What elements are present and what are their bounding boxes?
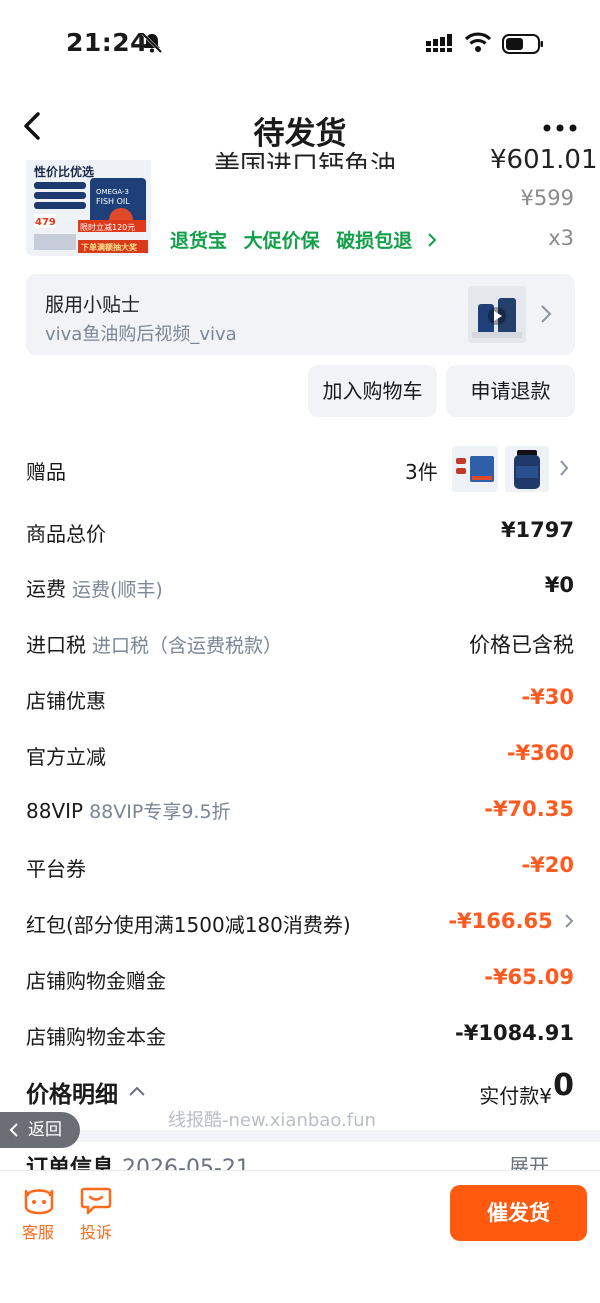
order-info-label: 订单信息 — [26, 1156, 115, 1170]
price-row-value: -¥70.35 — [484, 797, 574, 821]
price-row-shop-principal: 店铺购物金本金 -¥1084.91 — [26, 1015, 574, 1055]
price-row-value: -¥360 — [506, 741, 574, 765]
price-row-value: ¥0 — [544, 573, 574, 597]
chevron-up-icon[interactable] — [128, 1085, 146, 1097]
complaint-icon[interactable] — [80, 1185, 112, 1217]
tax-sub: 进口税（含运费税款） — [92, 635, 283, 657]
chevron-right-icon — [541, 305, 552, 323]
urge-shipment-button[interactable]: 催发货 — [450, 1185, 587, 1241]
price-row-value: 价格已含税 — [469, 633, 574, 657]
product-image-art: 性价比优选 OMEGA-3 FISH OIL 479 限时立减120元 下单满额… — [26, 160, 151, 256]
price-row-label: 官方立减 — [26, 745, 106, 769]
product-name[interactable]: 美国进口钙鱼油 — [214, 145, 396, 169]
order-detail-page: 21:24 待发货 性价比优选 OMEGA-3 FISH OIL 479 限时立… — [0, 0, 600, 1303]
gift-label: 赠品 — [26, 460, 66, 484]
status-time: 21:24 — [66, 28, 149, 57]
price-row-shop-discount: 店铺优惠 -¥30 — [26, 679, 574, 719]
tips-title: 服用小贴士 — [45, 294, 141, 316]
order-info-header: 订单信息 2026-05-21 — [26, 1150, 250, 1170]
price-detail-toggle[interactable]: 价格明细 — [26, 1075, 118, 1109]
product-price: ¥599 — [520, 186, 574, 210]
price-row-label: 平台券 — [26, 857, 86, 881]
price-row-label: 商品总价 — [26, 522, 106, 546]
chevron-right-icon — [560, 460, 569, 476]
status-bar: 21:24 — [0, 0, 600, 90]
gift-image-icon — [505, 446, 549, 492]
tax-label: 进口税 — [26, 633, 86, 657]
price-row-label: 店铺优惠 — [26, 689, 106, 713]
video-thumbnail[interactable] — [468, 286, 526, 343]
price-row-value: -¥65.09 — [484, 965, 574, 989]
price-row-label: 88VIP 88VIP专享9.5折 — [26, 797, 231, 824]
customer-service-label[interactable]: 客服 — [22, 1219, 54, 1243]
battery-icon — [502, 34, 543, 54]
svg-text:479: 479 — [35, 217, 56, 228]
price-row-value: ¥1797 — [500, 518, 574, 542]
paid-amount-label: 实付款¥ — [479, 1084, 552, 1108]
product-price-original: ¥601.01 — [490, 145, 598, 169]
request-refund-button[interactable]: 申请退款 — [446, 365, 575, 417]
price-row-label: 店铺购物金赠金 — [26, 969, 166, 993]
tips-subtitle: viva鱼油购后视频_viva — [45, 324, 237, 345]
order-info-expand[interactable]: 展开 — [509, 1150, 549, 1170]
price-row-88vip: 88VIP 88VIP专享9.5折 -¥70.35 — [26, 791, 574, 831]
floating-back-button[interactable]: 返回 — [0, 1112, 80, 1148]
order-info-date: 2026-05-21 — [122, 1156, 250, 1170]
floating-back-label: 返回 — [28, 1120, 62, 1140]
price-row-label: 运费 运费(顺丰) — [26, 573, 163, 602]
video-play-icon — [468, 286, 526, 343]
price-row-import-tax: 进口税 进口税（含运费税款） 价格已含税 — [26, 623, 574, 663]
gift-thumbnail[interactable] — [452, 446, 498, 492]
customer-service-icon[interactable] — [22, 1185, 56, 1217]
price-row-value: -¥20 — [521, 853, 574, 877]
product-image-headline: 性价比优选 — [33, 164, 94, 179]
usage-tips-card[interactable]: 服用小贴士 viva鱼油购后视频_viva — [26, 274, 575, 355]
service-tags[interactable]: 退货宝 大促价保 破损包退 — [170, 226, 437, 253]
vip-sub: 88VIP专享9.5折 — [89, 801, 231, 823]
svg-text:FISH OIL: FISH OIL — [96, 197, 130, 206]
price-row-platform-coupon: 平台券 -¥20 — [26, 847, 574, 887]
gift-row[interactable]: 赠品 3件 — [26, 446, 574, 492]
watermark-text: 线报酷-new.xianbao.fun — [168, 1110, 376, 1131]
price-row-label: 红包(部分使用满1500减180消费券) — [26, 913, 351, 937]
price-row-official-discount: 官方立减 -¥360 — [26, 735, 574, 775]
service-tag-price-protect: 大促价保 — [243, 230, 320, 252]
chevron-right-icon — [428, 233, 437, 247]
gift-image-icon — [452, 446, 498, 492]
chevron-left-icon — [9, 1123, 18, 1137]
bell-mute-icon — [141, 32, 163, 54]
shipping-sub: 运费(顺丰) — [72, 579, 163, 601]
paid-amount-value: 0 — [553, 1068, 574, 1103]
price-row-value: -¥30 — [521, 685, 574, 709]
gift-count: 3件 — [405, 460, 438, 484]
bottom-action-bar: 客服 投诉 催发货 — [0, 1170, 600, 1303]
price-row-value: -¥1084.91 — [455, 1021, 574, 1045]
gift-thumbnail[interactable] — [505, 446, 549, 492]
product-quantity: x3 — [548, 226, 574, 250]
vip-label: 88VIP — [26, 799, 84, 823]
service-tag-return: 退货宝 — [170, 230, 228, 252]
price-row-label: 店铺购物金本金 — [26, 1025, 166, 1049]
price-row-value: -¥166.65 — [448, 909, 574, 933]
svg-text:下单满额抽大奖: 下单满额抽大奖 — [81, 242, 138, 252]
red-packet-value: -¥166.65 — [448, 909, 553, 933]
price-row-shop-bonus: 店铺购物金赠金 -¥65.09 — [26, 959, 574, 999]
price-row-shipping: 运费 运费(顺丰) ¥0 — [26, 567, 574, 607]
more-options-icon[interactable] — [540, 113, 580, 143]
price-row-total: 商品总价 ¥1797 — [26, 512, 574, 552]
complaint-label[interactable]: 投诉 — [80, 1219, 112, 1243]
price-row-label: 进口税 进口税（含运费税款） — [26, 629, 282, 658]
product-image[interactable]: 性价比优选 OMEGA-3 FISH OIL 479 限时立减120元 下单满额… — [26, 160, 151, 256]
svg-text:限时立减120元: 限时立减120元 — [80, 222, 135, 232]
svg-text:OMEGA-3: OMEGA-3 — [96, 188, 129, 196]
price-row-red-packet[interactable]: 红包(部分使用满1500减180消费券) -¥166.65 — [26, 903, 574, 943]
chevron-right-icon — [565, 914, 574, 928]
wifi-icon — [464, 32, 492, 52]
cellular-signal-icon — [426, 34, 452, 52]
add-to-cart-button[interactable]: 加入购物车 — [308, 365, 437, 417]
shipping-label: 运费 — [26, 577, 66, 601]
service-tag-damage-refund: 破损包退 — [336, 230, 413, 252]
